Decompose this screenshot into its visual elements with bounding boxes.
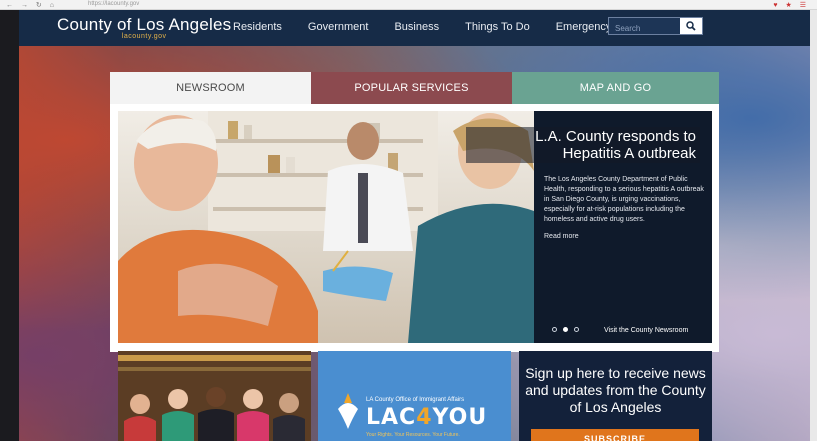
read-more-link[interactable]: Read more <box>544 233 579 240</box>
slide-dot-3[interactable] <box>574 327 579 332</box>
address-bar[interactable]: https://lacounty.gov <box>88 1 139 7</box>
browser-toolbar: ← → ↻ ⌂ https://lacounty.gov ♥ ★ ☰ <box>0 0 817 10</box>
nav-government[interactable]: Government <box>308 21 369 33</box>
search-input[interactable] <box>609 20 681 37</box>
slide-caption: L.A. County responds to Hepatitis A outb… <box>466 111 712 343</box>
nav-emergency[interactable]: Emergency <box>556 21 612 33</box>
lac4you-tagline: Your Rights. Your Resources. Your Future… <box>366 432 460 438</box>
news-slide: L.A. County responds to Hepatitis A outb… <box>118 111 712 343</box>
board-of-supervisors-card[interactable] <box>118 351 311 441</box>
signup-text: Sign up here to receive news and updates… <box>525 365 706 415</box>
tab-newsroom[interactable]: NEWSROOM <box>110 72 311 104</box>
tab-bar: NEWSROOM POPULAR SERVICES MAP AND GO <box>110 72 719 104</box>
slide-dot-2[interactable] <box>563 327 568 332</box>
torch-icon <box>338 393 358 429</box>
logo-name: County of Los Angeles <box>57 15 232 34</box>
site-header: County of Los Angeles lacounty.gov Resid… <box>19 10 810 46</box>
supervisors-photo <box>118 351 311 441</box>
search-box <box>608 17 703 37</box>
slide-pagination <box>552 327 585 332</box>
scrollbar[interactable] <box>810 10 817 441</box>
slide-body: The Los Angeles County Department of Pub… <box>544 176 704 223</box>
subscribe-button[interactable]: SUBSCRIBE <box>531 429 699 441</box>
lac4you-part-1: LAC <box>366 405 417 430</box>
lac4you-part-2: 4 <box>416 405 433 430</box>
immigrant-affairs-card[interactable]: LA County Office of Immigrant Affairs LA… <box>318 351 511 441</box>
county-logo[interactable]: County of Los Angeles lacounty.gov <box>57 15 232 41</box>
search-button[interactable] <box>680 18 702 34</box>
newsletter-card: Sign up here to receive news and updates… <box>519 351 712 441</box>
logo-subtitle: lacounty.gov <box>121 33 167 40</box>
browser-extension-icons[interactable]: ♥ ★ ☰ <box>773 1 809 9</box>
search-icon <box>686 21 696 31</box>
nav-things-to-do[interactable]: Things To Do <box>465 21 530 33</box>
tab-map-and-go[interactable]: MAP AND GO <box>512 72 719 104</box>
lac4you-logo: LAC4YOU <box>366 405 487 430</box>
nav-business[interactable]: Business <box>394 21 439 33</box>
browser-nav-buttons[interactable]: ← → ↻ ⌂ <box>6 1 57 9</box>
left-edge <box>0 10 19 441</box>
slide-dot-1[interactable] <box>552 327 557 332</box>
lac4you-part-3: YOU <box>432 405 488 430</box>
newsroom-link[interactable]: Visit the County Newsroom <box>604 327 688 334</box>
main-nav: Residents Government Business Things To … <box>233 21 637 33</box>
immigrant-affairs-label: LA County Office of Immigrant Affairs <box>366 397 465 403</box>
nav-residents[interactable]: Residents <box>233 21 282 33</box>
slide-title[interactable]: L.A. County responds to Hepatitis A outb… <box>534 128 696 162</box>
tab-popular-services[interactable]: POPULAR SERVICES <box>311 72 512 104</box>
